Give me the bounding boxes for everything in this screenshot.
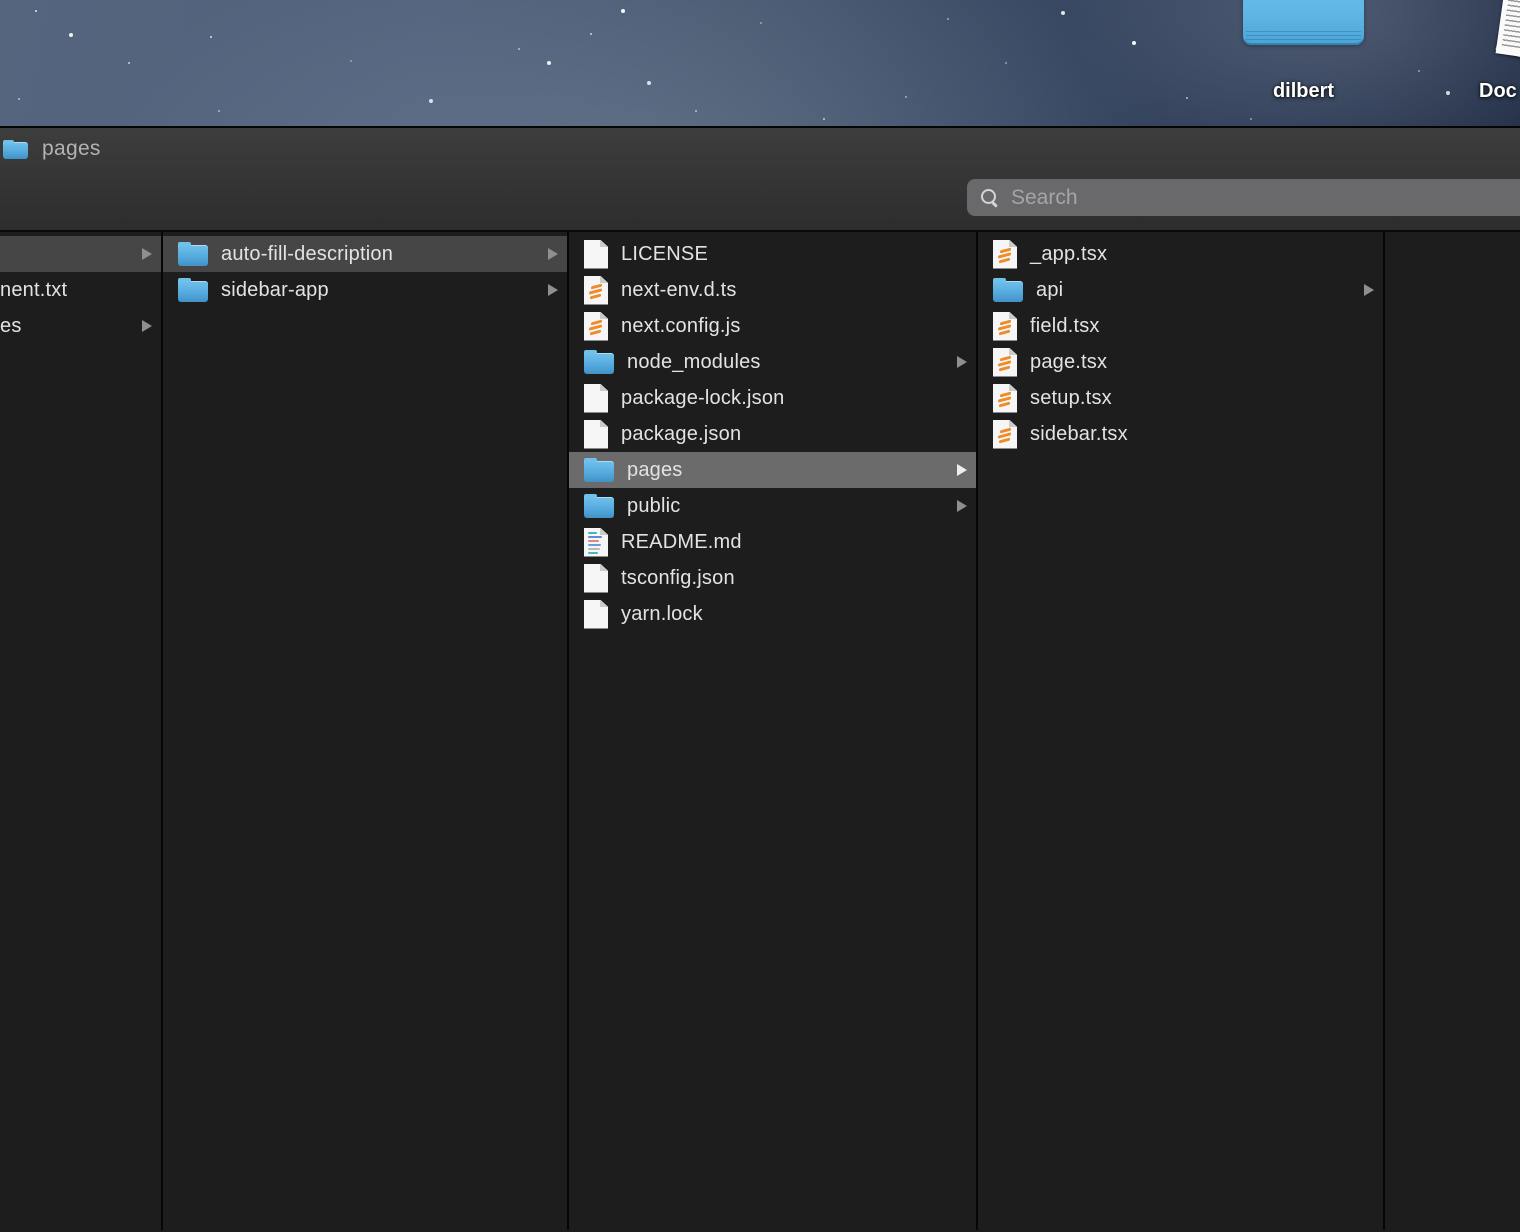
folder-icon: [584, 497, 614, 518]
file-name: es: [0, 315, 22, 338]
file-name: setup.tsx: [1030, 387, 1112, 410]
readme-file-icon: [584, 528, 608, 557]
desktop-icon-label: dilbert: [1243, 80, 1364, 103]
file-row[interactable]: LICENSE: [569, 236, 976, 272]
window-chrome: pages: [0, 128, 1520, 232]
code-file-icon: [584, 276, 608, 305]
code-file-icon: [993, 420, 1017, 449]
chevron-right-icon: [142, 248, 152, 260]
file-icon: [584, 420, 608, 449]
file-row[interactable]: yarn.lock: [569, 596, 976, 632]
window-title: pages: [3, 137, 101, 161]
file-name: field.tsx: [1030, 315, 1100, 338]
file-icon: [584, 564, 608, 593]
file-name: api: [1036, 279, 1063, 302]
screen: dilbert Doc pages nent.txt es auto-fill-de…: [0, 0, 1520, 1232]
file-row[interactable]: _app.tsx: [978, 236, 1383, 272]
chevron-right-icon: [957, 356, 967, 368]
code-file-icon: [993, 348, 1017, 377]
code-file-icon: [993, 240, 1017, 269]
wallpaper-stars: [0, 0, 2, 2]
chevron-right-icon: [957, 500, 967, 512]
file-name: nent.txt: [0, 279, 67, 302]
search-icon: [979, 187, 1001, 209]
file-row[interactable]: nent.txt: [0, 272, 161, 308]
folder-icon: [584, 461, 614, 482]
file-name: node_modules: [627, 351, 761, 374]
chevron-right-icon: [957, 464, 967, 476]
file-row[interactable]: [0, 236, 161, 272]
file-row[interactable]: sidebar-app: [163, 272, 567, 308]
code-file-icon: [993, 384, 1017, 413]
search-field[interactable]: [967, 179, 1520, 216]
document-stack-icon: [1494, 0, 1520, 80]
file-name: pages: [627, 459, 683, 482]
file-name: auto-fill-description: [221, 243, 393, 266]
file-name: next-env.d.ts: [621, 279, 737, 302]
file-row[interactable]: auto-fill-description: [163, 236, 567, 272]
chevron-right-icon: [1364, 284, 1374, 296]
file-row[interactable]: es: [0, 308, 161, 344]
code-file-icon: [993, 312, 1017, 341]
file-name: sidebar.tsx: [1030, 423, 1128, 446]
finder-column-empty: [1385, 232, 1520, 1230]
file-row[interactable]: pages: [569, 452, 976, 488]
file-row[interactable]: tsconfig.json: [569, 560, 976, 596]
file-name: LICENSE: [621, 243, 708, 266]
folder-icon: [1243, 0, 1364, 45]
file-row[interactable]: api: [978, 272, 1383, 308]
file-row[interactable]: package-lock.json: [569, 380, 976, 416]
file-icon: [584, 240, 608, 269]
finder-column-2: auto-fill-description sidebar-app: [163, 232, 569, 1230]
desktop-icon-label: Doc: [1479, 80, 1520, 103]
folder-icon: [178, 281, 208, 302]
column-view: nent.txt es auto-fill-description sidebar-a…: [0, 232, 1520, 1230]
search-input[interactable]: [1011, 186, 1520, 210]
file-icon: [584, 384, 608, 413]
finder-column-3: LICENSE next-env.d.ts next.config.js node_m…: [569, 232, 978, 1230]
file-name: sidebar-app: [221, 279, 329, 302]
file-name: next.config.js: [621, 315, 741, 338]
file-row[interactable]: page.tsx: [978, 344, 1383, 380]
file-row[interactable]: next.config.js: [569, 308, 976, 344]
file-icon: [584, 600, 608, 629]
file-row[interactable]: field.tsx: [978, 308, 1383, 344]
file-name: tsconfig.json: [621, 567, 735, 590]
file-row[interactable]: package.json: [569, 416, 976, 452]
file-row[interactable]: sidebar.tsx: [978, 416, 1383, 452]
folder-icon: [178, 245, 208, 266]
file-name: public: [627, 495, 680, 518]
window-title-text: pages: [42, 137, 101, 161]
folder-icon: [584, 353, 614, 374]
folder-icon: [993, 281, 1023, 302]
file-row[interactable]: node_modules: [569, 344, 976, 380]
file-row[interactable]: next-env.d.ts: [569, 272, 976, 308]
file-row[interactable]: public: [569, 488, 976, 524]
code-file-icon: [584, 312, 608, 341]
file-name: _app.tsx: [1030, 243, 1107, 266]
file-row[interactable]: setup.tsx: [978, 380, 1383, 416]
chevron-right-icon: [548, 284, 558, 296]
chevron-right-icon: [548, 248, 558, 260]
desktop: dilbert Doc: [0, 0, 1520, 126]
file-name: yarn.lock: [621, 603, 703, 626]
finder-column-4: _app.tsxapi field.tsx page.tsx setup.tsx sid…: [978, 232, 1385, 1230]
file-name: page.tsx: [1030, 351, 1107, 374]
file-name: package-lock.json: [621, 387, 785, 410]
finder-column-1: nent.txt es: [0, 232, 163, 1230]
folder-icon: [3, 142, 28, 159]
file-name: package.json: [621, 423, 741, 446]
file-row[interactable]: README.md: [569, 524, 976, 560]
file-name: README.md: [621, 531, 742, 554]
finder-window: pages nent.txt es auto-fill-description sid…: [0, 126, 1520, 1232]
chevron-right-icon: [142, 320, 152, 332]
